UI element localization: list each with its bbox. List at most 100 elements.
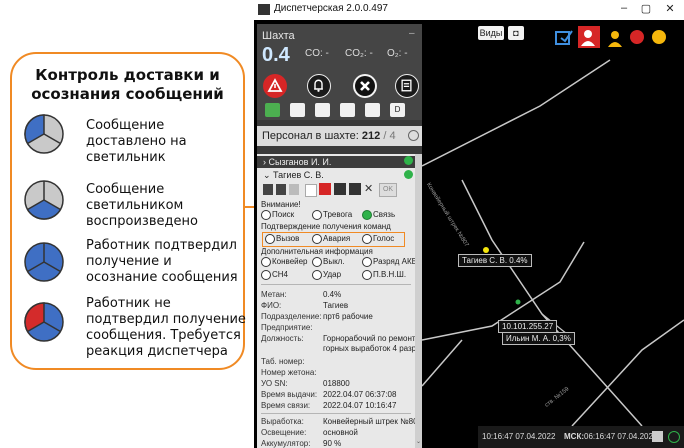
worker-row-expanded[interactable]: ⌄ Тагиев С. В.	[257, 169, 415, 181]
pie-two-thirds-blue-icon	[24, 180, 64, 220]
close-icon[interactable]: ✕	[662, 2, 678, 15]
collapse-icon[interactable]: –	[409, 28, 415, 39]
worker-label-ilyin[interactable]: Ильин М. А. 0,3%	[502, 332, 575, 345]
scroll-down-icon[interactable]: ⌄	[416, 438, 421, 445]
maximize-icon[interactable]: ▢	[638, 2, 654, 15]
radio-discharge[interactable]	[362, 257, 372, 267]
legend-text-played: Сообщение светильником воспроизведено	[86, 182, 198, 229]
list-icon	[401, 79, 412, 92]
info-value: 2022.04.07 06:37:08	[323, 390, 397, 399]
radio-ch4[interactable]	[261, 270, 271, 280]
log-button[interactable]	[395, 74, 419, 98]
info-key: УО SN:	[261, 379, 288, 388]
alarm-button[interactable]	[263, 74, 287, 98]
radio-alarm[interactable]	[312, 210, 322, 220]
bell-small-icon[interactable]	[349, 183, 361, 195]
settings-gear-icon[interactable]	[652, 431, 663, 442]
o2-readout: O₂: -	[387, 48, 408, 59]
tool-d-button[interactable]: D	[390, 103, 405, 117]
radio-voice[interactable]	[362, 234, 372, 244]
scrollbar[interactable]: ⌄	[415, 154, 422, 448]
co-readout: CO: -	[305, 48, 329, 59]
checkbox[interactable]	[305, 184, 317, 197]
info-value: прт6 рабочие	[323, 312, 373, 321]
status-online-icon	[404, 156, 413, 165]
legend-callout: Контроль доставки и осознания сообщений …	[10, 52, 246, 370]
status-online-icon	[404, 170, 413, 179]
tool-layers-icon[interactable]	[340, 103, 355, 117]
worker-row[interactable]: › Сызганов И. И.	[257, 156, 415, 168]
radio-search[interactable]	[261, 210, 271, 220]
extra-label: Дополнительная информация	[261, 247, 373, 256]
ok-button[interactable]: OK	[379, 183, 397, 197]
personnel-text: Персонал в шахте: 212 / 4	[262, 130, 396, 142]
cancel-button[interactable]	[353, 74, 377, 98]
info-key: Метан:	[261, 290, 287, 299]
bell-icon	[314, 79, 323, 92]
local-time: 10:16:47 07.04.2022	[482, 432, 556, 441]
radio-search-label: Поиск	[272, 210, 295, 219]
info-icon[interactable]	[408, 130, 419, 141]
camera-icon[interactable]	[276, 184, 286, 195]
legend-item-confirmed: Работник подтвердил получение и осознани…	[22, 238, 238, 300]
info-key: Таб. номер:	[261, 357, 305, 366]
radio-link[interactable]	[362, 210, 372, 220]
radio-call[interactable]	[265, 234, 275, 244]
legend-item-delivered: Сообщение доставлено на светильник	[22, 112, 237, 172]
info-value: 90 %	[323, 439, 342, 448]
info-key: ФИО:	[261, 301, 282, 310]
radio-accident[interactable]	[312, 234, 322, 244]
confirm-label: Подтверждение получения команд	[261, 222, 391, 231]
close-small-icon[interactable]: ✕	[364, 182, 373, 195]
radio-pvnsh[interactable]	[362, 270, 372, 280]
tool-map-icon[interactable]	[265, 103, 280, 117]
connection-status-icon	[668, 431, 680, 443]
personnel-bar: Персонал в шахте: 212 / 4	[257, 126, 422, 146]
worker-marker[interactable]	[483, 247, 489, 253]
info-value: 0.4%	[323, 290, 342, 299]
worker-label-tagiev[interactable]: Тагиев С. В. 0.4%	[458, 254, 532, 267]
info-key: Время связи:	[261, 401, 311, 410]
alarm-small-icon[interactable]	[319, 183, 331, 195]
shaft-panel: Шахта – 0.4 CO: - CO₂: - O₂: - D Персона…	[257, 24, 422, 448]
info-key: Освещение:	[261, 428, 307, 437]
divider	[261, 413, 411, 414]
legend-item-not-confirmed: Работник не подтвердил получение сообщен…	[22, 296, 246, 360]
tool-people-icon[interactable]	[290, 103, 305, 117]
worker-card: › Сызганов И. И. ⌄ Тагиев С. В. ✕ OK Вни…	[257, 154, 415, 448]
pie-red-third-icon	[24, 302, 64, 342]
mic-icon[interactable]	[263, 184, 273, 195]
status-bar: 10:16:47 07.04.2022 МСК: 06:16:47 07.04.…	[478, 426, 684, 448]
msk-label: МСК:	[564, 432, 584, 441]
pie-one-third-blue-icon	[24, 114, 64, 154]
worker-name-0: Сызганов И. И.	[268, 157, 332, 167]
mute-icon[interactable]	[289, 184, 299, 195]
info-key: Предприятие:	[261, 323, 313, 332]
tool-calendar-icon[interactable]	[365, 103, 380, 117]
info-value: 018800	[323, 379, 350, 388]
radio-accident-label: Авария	[323, 234, 351, 243]
legend-text-confirmed: Работник подтвердил получение и осознани…	[86, 238, 238, 285]
radio-conveyor[interactable]	[261, 257, 271, 267]
radio-hit[interactable]	[312, 270, 322, 280]
radio-conveyor-label: Конвейер	[272, 257, 308, 266]
mine-map	[422, 59, 684, 426]
map-tunnel	[422, 59, 611, 167]
cross-icon	[355, 76, 375, 96]
co2-readout: CO₂: -	[345, 48, 373, 59]
group-icon[interactable]	[334, 183, 346, 195]
info-key: Номер жетона:	[261, 368, 317, 377]
worker-name-1: Тагиев С. В.	[273, 170, 324, 180]
notify-button[interactable]	[307, 74, 331, 98]
radio-link-label: Связь	[373, 210, 396, 219]
info-key: Время выдачи:	[261, 390, 318, 399]
window-title: Диспетчерская 2.0.0.497	[274, 3, 388, 14]
worker-marker[interactable]	[515, 299, 521, 305]
personnel-count: 212	[361, 130, 381, 142]
minimize-icon[interactable]: –	[616, 2, 632, 14]
legend-item-played: Сообщение светильником воспроизведено	[22, 178, 237, 238]
tool-card-icon[interactable]	[315, 103, 330, 117]
personnel-sep: / 4	[383, 130, 396, 142]
msk-time: 06:16:47 07.04.2022	[584, 432, 658, 441]
radio-off[interactable]	[312, 257, 322, 267]
